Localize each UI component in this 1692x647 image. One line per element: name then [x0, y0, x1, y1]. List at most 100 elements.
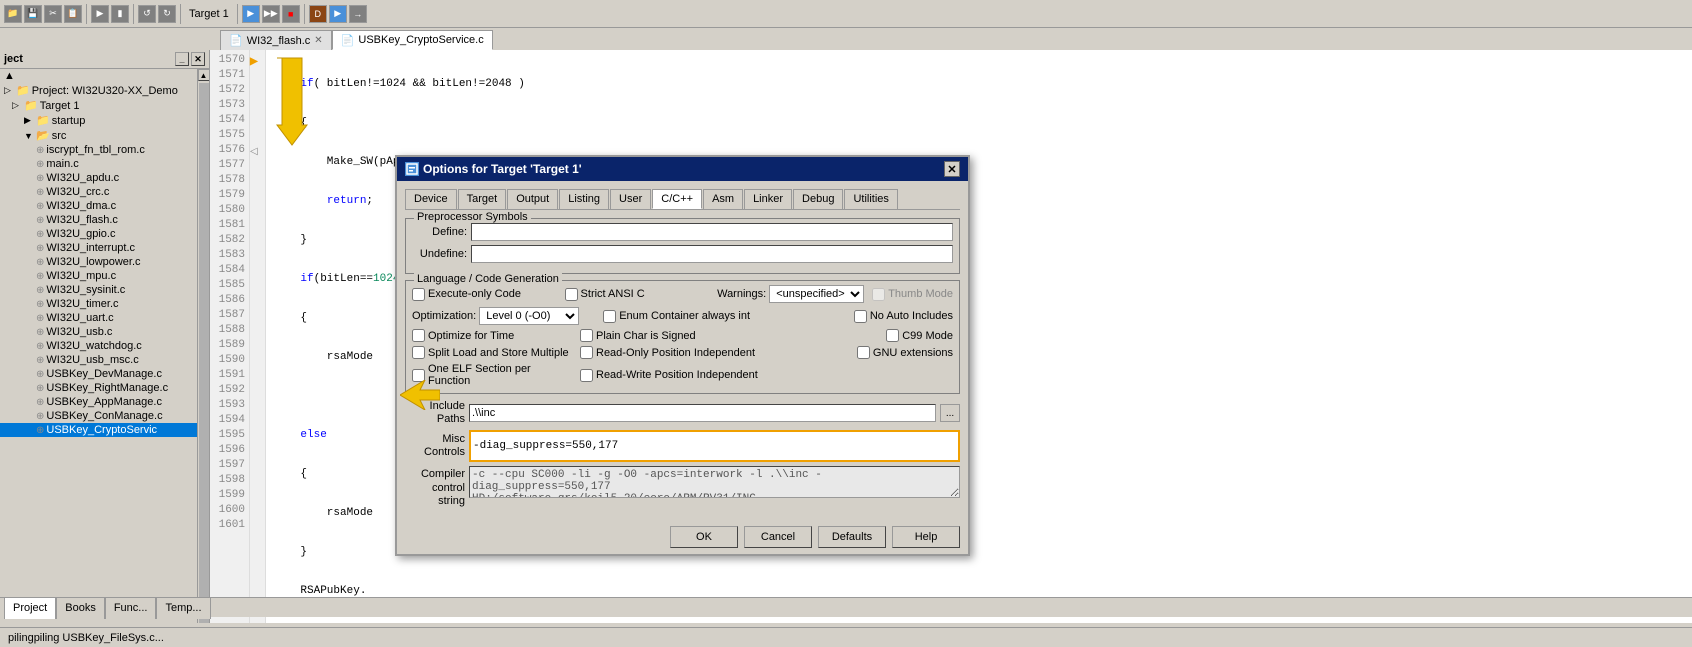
sidebar-file-3[interactable]: ⊕ WI32U_crc.c: [0, 185, 197, 199]
toolbar-icon-build[interactable]: ▶: [242, 5, 260, 23]
gnu-checkbox[interactable]: [857, 346, 870, 359]
sidebar-file-16[interactable]: ⊕ USBKey_DevManage.c: [0, 367, 197, 381]
sidebar-file-6[interactable]: ⊕ WI32U_gpio.c: [0, 227, 197, 241]
enum-checkbox[interactable]: [603, 310, 616, 323]
sidebar-file-20[interactable]: ⊕ USBKey_CryptoServic: [0, 423, 197, 437]
dialog-tab-output[interactable]: Output: [507, 189, 558, 209]
dialog-tab-cc[interactable]: C/C++: [652, 189, 702, 209]
file-icon-12: ⊕: [36, 313, 44, 324]
split-checkbox[interactable]: [412, 346, 425, 359]
thumb-mode-label: Thumb Mode: [888, 288, 953, 300]
misc-controls-input[interactable]: [469, 430, 960, 462]
toolbar-icon-step[interactable]: →: [349, 5, 367, 23]
sidebar-file-4[interactable]: ⊕ WI32U_dma.c: [0, 199, 197, 213]
sidebar-target[interactable]: ▷ 📁 Target 1: [0, 98, 197, 113]
toolbar-icon-6[interactable]: ▮: [111, 5, 129, 23]
bottom-tab-temp[interactable]: Temp...: [156, 597, 210, 619]
bottom-tab-func[interactable]: Func...: [105, 597, 157, 619]
sidebar-startup[interactable]: ▶ 📁 startup: [0, 113, 197, 128]
sidebar-file-9[interactable]: ⊕ WI32U_mpu.c: [0, 269, 197, 283]
tab-wi32-flash[interactable]: 📄 WI32_flash.c ✕: [220, 30, 332, 50]
undefine-input[interactable]: [471, 245, 953, 263]
sidebar-file-8[interactable]: ⊕ WI32U_lowpower.c: [0, 255, 197, 269]
bottom-tab-project[interactable]: Project: [4, 597, 56, 619]
sidebar-scroll-up[interactable]: ▲: [0, 69, 197, 83]
warnings-select[interactable]: <unspecified>: [769, 285, 864, 303]
sidebar-file-15[interactable]: ⊕ WI32U_usb_msc.c: [0, 353, 197, 367]
sidebar-file-2[interactable]: ⊕ WI32U_apdu.c: [0, 171, 197, 185]
tab-close-1[interactable]: ✕: [314, 35, 322, 46]
sidebar-file-5[interactable]: ⊕ WI32U_flash.c: [0, 213, 197, 227]
line-num-1595: 1595: [214, 429, 245, 444]
plain-char-checkbox[interactable]: [580, 329, 593, 342]
include-paths-input[interactable]: [469, 404, 936, 422]
optimization-select[interactable]: Level 0 (-O0): [479, 307, 579, 325]
cancel-button[interactable]: Cancel: [744, 526, 812, 548]
sidebar-file-11[interactable]: ⊕ WI32U_timer.c: [0, 297, 197, 311]
file-label-8: WI32U_lowpower.c: [46, 256, 140, 268]
no-auto-checkbox[interactable]: [854, 310, 867, 323]
dialog-tab-listing[interactable]: Listing: [559, 189, 609, 209]
toolbar-icon-stop[interactable]: ■: [282, 5, 300, 23]
toolbar-icon-run[interactable]: ▶: [329, 5, 347, 23]
dialog-tab-target[interactable]: Target: [458, 189, 507, 209]
one-elf-checkbox[interactable]: [412, 369, 425, 382]
src-expand: ▼: [24, 131, 34, 141]
toolbar-icon-1[interactable]: 📁: [4, 5, 22, 23]
scroll-thumb[interactable]: [199, 83, 209, 623]
sidebar-file-7[interactable]: ⊕ WI32U_interrupt.c: [0, 241, 197, 255]
file-icon-14: ⊕: [36, 341, 44, 352]
toolbar-icon-rebuild[interactable]: ▶▶: [262, 5, 280, 23]
dialog-tab-asm[interactable]: Asm: [703, 189, 743, 209]
include-browse-button[interactable]: ...: [940, 404, 960, 422]
tab-icon-2: 📄: [341, 34, 355, 47]
sidebar-scrollbar[interactable]: ▲ ▼: [197, 69, 209, 623]
strict-ansi-checkbox[interactable]: [565, 288, 578, 301]
sidebar-project-root[interactable]: ▷ 📁 Project: WI32U320-XX_Demo: [0, 83, 197, 98]
read-write-checkbox[interactable]: [580, 369, 593, 382]
sidebar-minimize[interactable]: _: [175, 52, 189, 66]
dialog-tab-device[interactable]: Device: [405, 189, 457, 209]
gnu-label: GNU extensions: [873, 347, 953, 359]
sidebar-file-0[interactable]: ⊕ iscrypt_fn_tbl_rom.c: [0, 143, 197, 157]
help-button[interactable]: Help: [892, 526, 960, 548]
sidebar-file-1[interactable]: ⊕ main.c: [0, 157, 197, 171]
undefine-label: Undefine:: [412, 248, 467, 260]
sidebar-src[interactable]: ▼ 📂 src: [0, 128, 197, 143]
sidebar-file-12[interactable]: ⊕ WI32U_uart.c: [0, 311, 197, 325]
file-icon-17: ⊕: [36, 383, 44, 394]
opt-time-checkbox[interactable]: [412, 329, 425, 342]
dialog-close-button[interactable]: ✕: [944, 161, 960, 177]
sidebar-file-18[interactable]: ⊕ USBKey_AppManage.c: [0, 395, 197, 409]
sidebar-close[interactable]: ✕: [191, 52, 205, 66]
toolbar-icon-3[interactable]: ✂: [44, 5, 62, 23]
define-input[interactable]: [471, 223, 953, 241]
dialog-tab-utilities[interactable]: Utilities: [844, 189, 897, 209]
toolbar-icon-7[interactable]: ↺: [138, 5, 156, 23]
sidebar-file-13[interactable]: ⊕ WI32U_usb.c: [0, 325, 197, 339]
defaults-button[interactable]: Defaults: [818, 526, 886, 548]
bottom-tab-books[interactable]: Books: [56, 597, 105, 619]
toolbar-icon-8[interactable]: ↻: [158, 5, 176, 23]
sidebar-file-10[interactable]: ⊕ WI32U_sysinit.c: [0, 283, 197, 297]
toolbar-icon-debug[interactable]: D: [309, 5, 327, 23]
sidebar-file-19[interactable]: ⊕ USBKey_ConManage.c: [0, 409, 197, 423]
read-only-checkbox[interactable]: [580, 346, 593, 359]
misc-controls-row: MiscControls: [405, 430, 960, 462]
toolbar-icon-5[interactable]: ▶: [91, 5, 109, 23]
scroll-up-btn[interactable]: ▲: [198, 69, 210, 81]
toolbar-icon-2[interactable]: 💾: [24, 5, 42, 23]
dialog-tab-debug[interactable]: Debug: [793, 189, 843, 209]
sidebar-file-17[interactable]: ⊕ USBKey_RightManage.c: [0, 381, 197, 395]
c99-checkbox[interactable]: [886, 329, 899, 342]
dialog-tab-user[interactable]: User: [610, 189, 651, 209]
thumb-mode-checkbox[interactable]: [872, 288, 885, 301]
toolbar-icon-4[interactable]: 📋: [64, 5, 82, 23]
ok-button[interactable]: OK: [670, 526, 738, 548]
dialog-tab-linker[interactable]: Linker: [744, 189, 792, 209]
execute-only-checkbox[interactable]: [412, 288, 425, 301]
tab-usbkey-crypto[interactable]: 📄 USBKey_CryptoService.c: [332, 30, 493, 50]
file-icon-8: ⊕: [36, 257, 44, 268]
sidebar-file-14[interactable]: ⊕ WI32U_watchdog.c: [0, 339, 197, 353]
plain-char-wrapper: Plain Char is Signed: [580, 329, 878, 342]
